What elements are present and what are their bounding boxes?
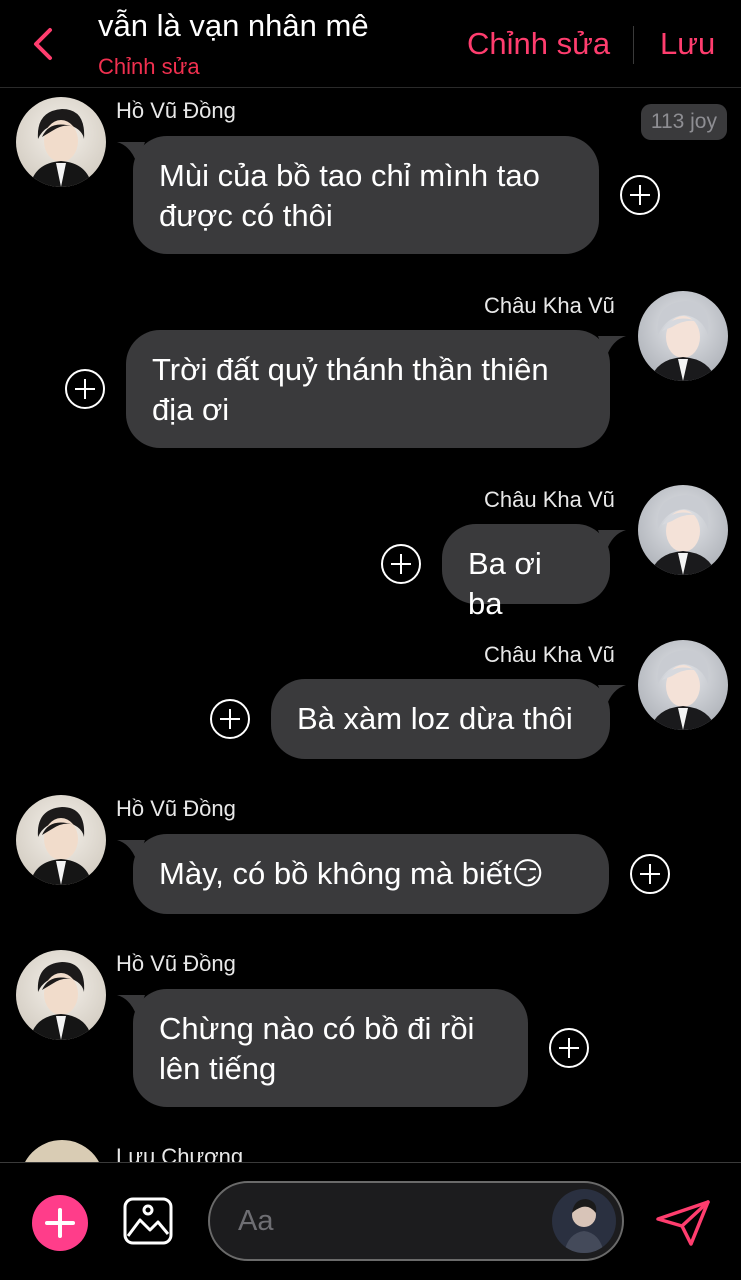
add-reaction-icon[interactable] — [64, 368, 106, 410]
message-line: Trời đất quỷ thánh thần thiên — [152, 352, 549, 387]
chat-header: vẫn là vạn nhân mê Chỉnh sửa Chỉnh sửa L… — [0, 0, 741, 88]
message-input-wrapper — [208, 1181, 624, 1261]
bubble-tail — [117, 995, 145, 1017]
composer-avatar[interactable] — [552, 1189, 616, 1253]
message-bubble[interactable]: Bà xàm loz dừa thôi — [271, 679, 626, 759]
message-line: Mày, có bồ không mà biết😏 — [159, 856, 544, 891]
message-bubble[interactable]: Trời đất quỷ thánh thần thiên địa ơi — [126, 330, 626, 448]
back-chevron-icon[interactable] — [28, 26, 60, 62]
sender-name: Hồ Vũ Đồng — [116, 98, 236, 123]
image-icon[interactable] — [122, 1196, 174, 1246]
avatar-chau-kha-vu[interactable] — [638, 291, 728, 381]
sender-name: Hồ Vũ Đồng — [116, 796, 236, 821]
send-icon[interactable] — [655, 1199, 711, 1247]
sender-name: Châu Kha Vũ — [484, 293, 615, 318]
composer-bar — [0, 1162, 741, 1280]
message-line: được có thôi — [159, 198, 333, 233]
sender-name: Hồ Vũ Đồng — [116, 951, 236, 976]
add-button[interactable] — [32, 1195, 88, 1251]
bubble-tail — [598, 336, 626, 358]
message-line: Chừng nào có bồ đi rồi — [159, 1011, 475, 1046]
message-line: Ba ơi ba — [468, 546, 542, 621]
chat-title: vẫn là vạn nhân mê — [98, 8, 369, 43]
message-bubble[interactable]: Ba ơi ba — [442, 524, 626, 621]
add-icon — [45, 1208, 75, 1238]
bubble-tail — [117, 142, 145, 164]
avatar-ho-vu-dong[interactable] — [16, 950, 106, 1040]
save-button[interactable]: Lưu — [660, 26, 715, 62]
message-line: Bà xàm loz dừa thôi — [297, 701, 573, 736]
sender-name: Lưu Chương — [116, 1144, 244, 1162]
avatar-chau-kha-vu[interactable] — [638, 640, 728, 730]
avatar-ho-vu-dong[interactable] — [16, 97, 106, 187]
edit-button[interactable]: Chỉnh sửa — [467, 26, 610, 62]
avatar-chau-kha-vu[interactable] — [638, 485, 728, 575]
add-reaction-icon[interactable] — [629, 853, 671, 895]
chat-subtitle[interactable]: Chỉnh sửa — [98, 54, 200, 80]
message-line: lên tiếng — [159, 1051, 277, 1086]
avatar-ho-vu-dong[interactable] — [16, 795, 106, 885]
add-reaction-icon[interactable] — [209, 698, 251, 740]
bubble-tail — [598, 530, 626, 552]
message-line: địa ơi — [152, 392, 230, 427]
header-divider — [633, 26, 634, 64]
message-bubble[interactable]: Chừng nào có bồ đi rồi lên tiếng — [117, 989, 528, 1107]
message-input[interactable] — [238, 1201, 538, 1241]
partial-avatar — [20, 1140, 104, 1162]
sender-name: Châu Kha Vũ — [484, 642, 615, 667]
points-badge: 113 joy — [640, 104, 727, 140]
add-reaction-icon[interactable] — [619, 174, 661, 216]
sender-name: Châu Kha Vũ — [484, 487, 615, 512]
add-reaction-icon[interactable] — [548, 1027, 590, 1069]
add-reaction-icon[interactable] — [380, 543, 422, 585]
bubble-tail — [117, 840, 145, 862]
message-line: Mùi của bồ tao chỉ mình tao — [159, 158, 540, 193]
message-bubble[interactable]: Mùi của bồ tao chỉ mình tao được có thôi — [117, 136, 599, 254]
message-bubble[interactable]: Mày, có bồ không mà biết😏 — [117, 834, 609, 914]
bubble-tail — [598, 685, 626, 707]
